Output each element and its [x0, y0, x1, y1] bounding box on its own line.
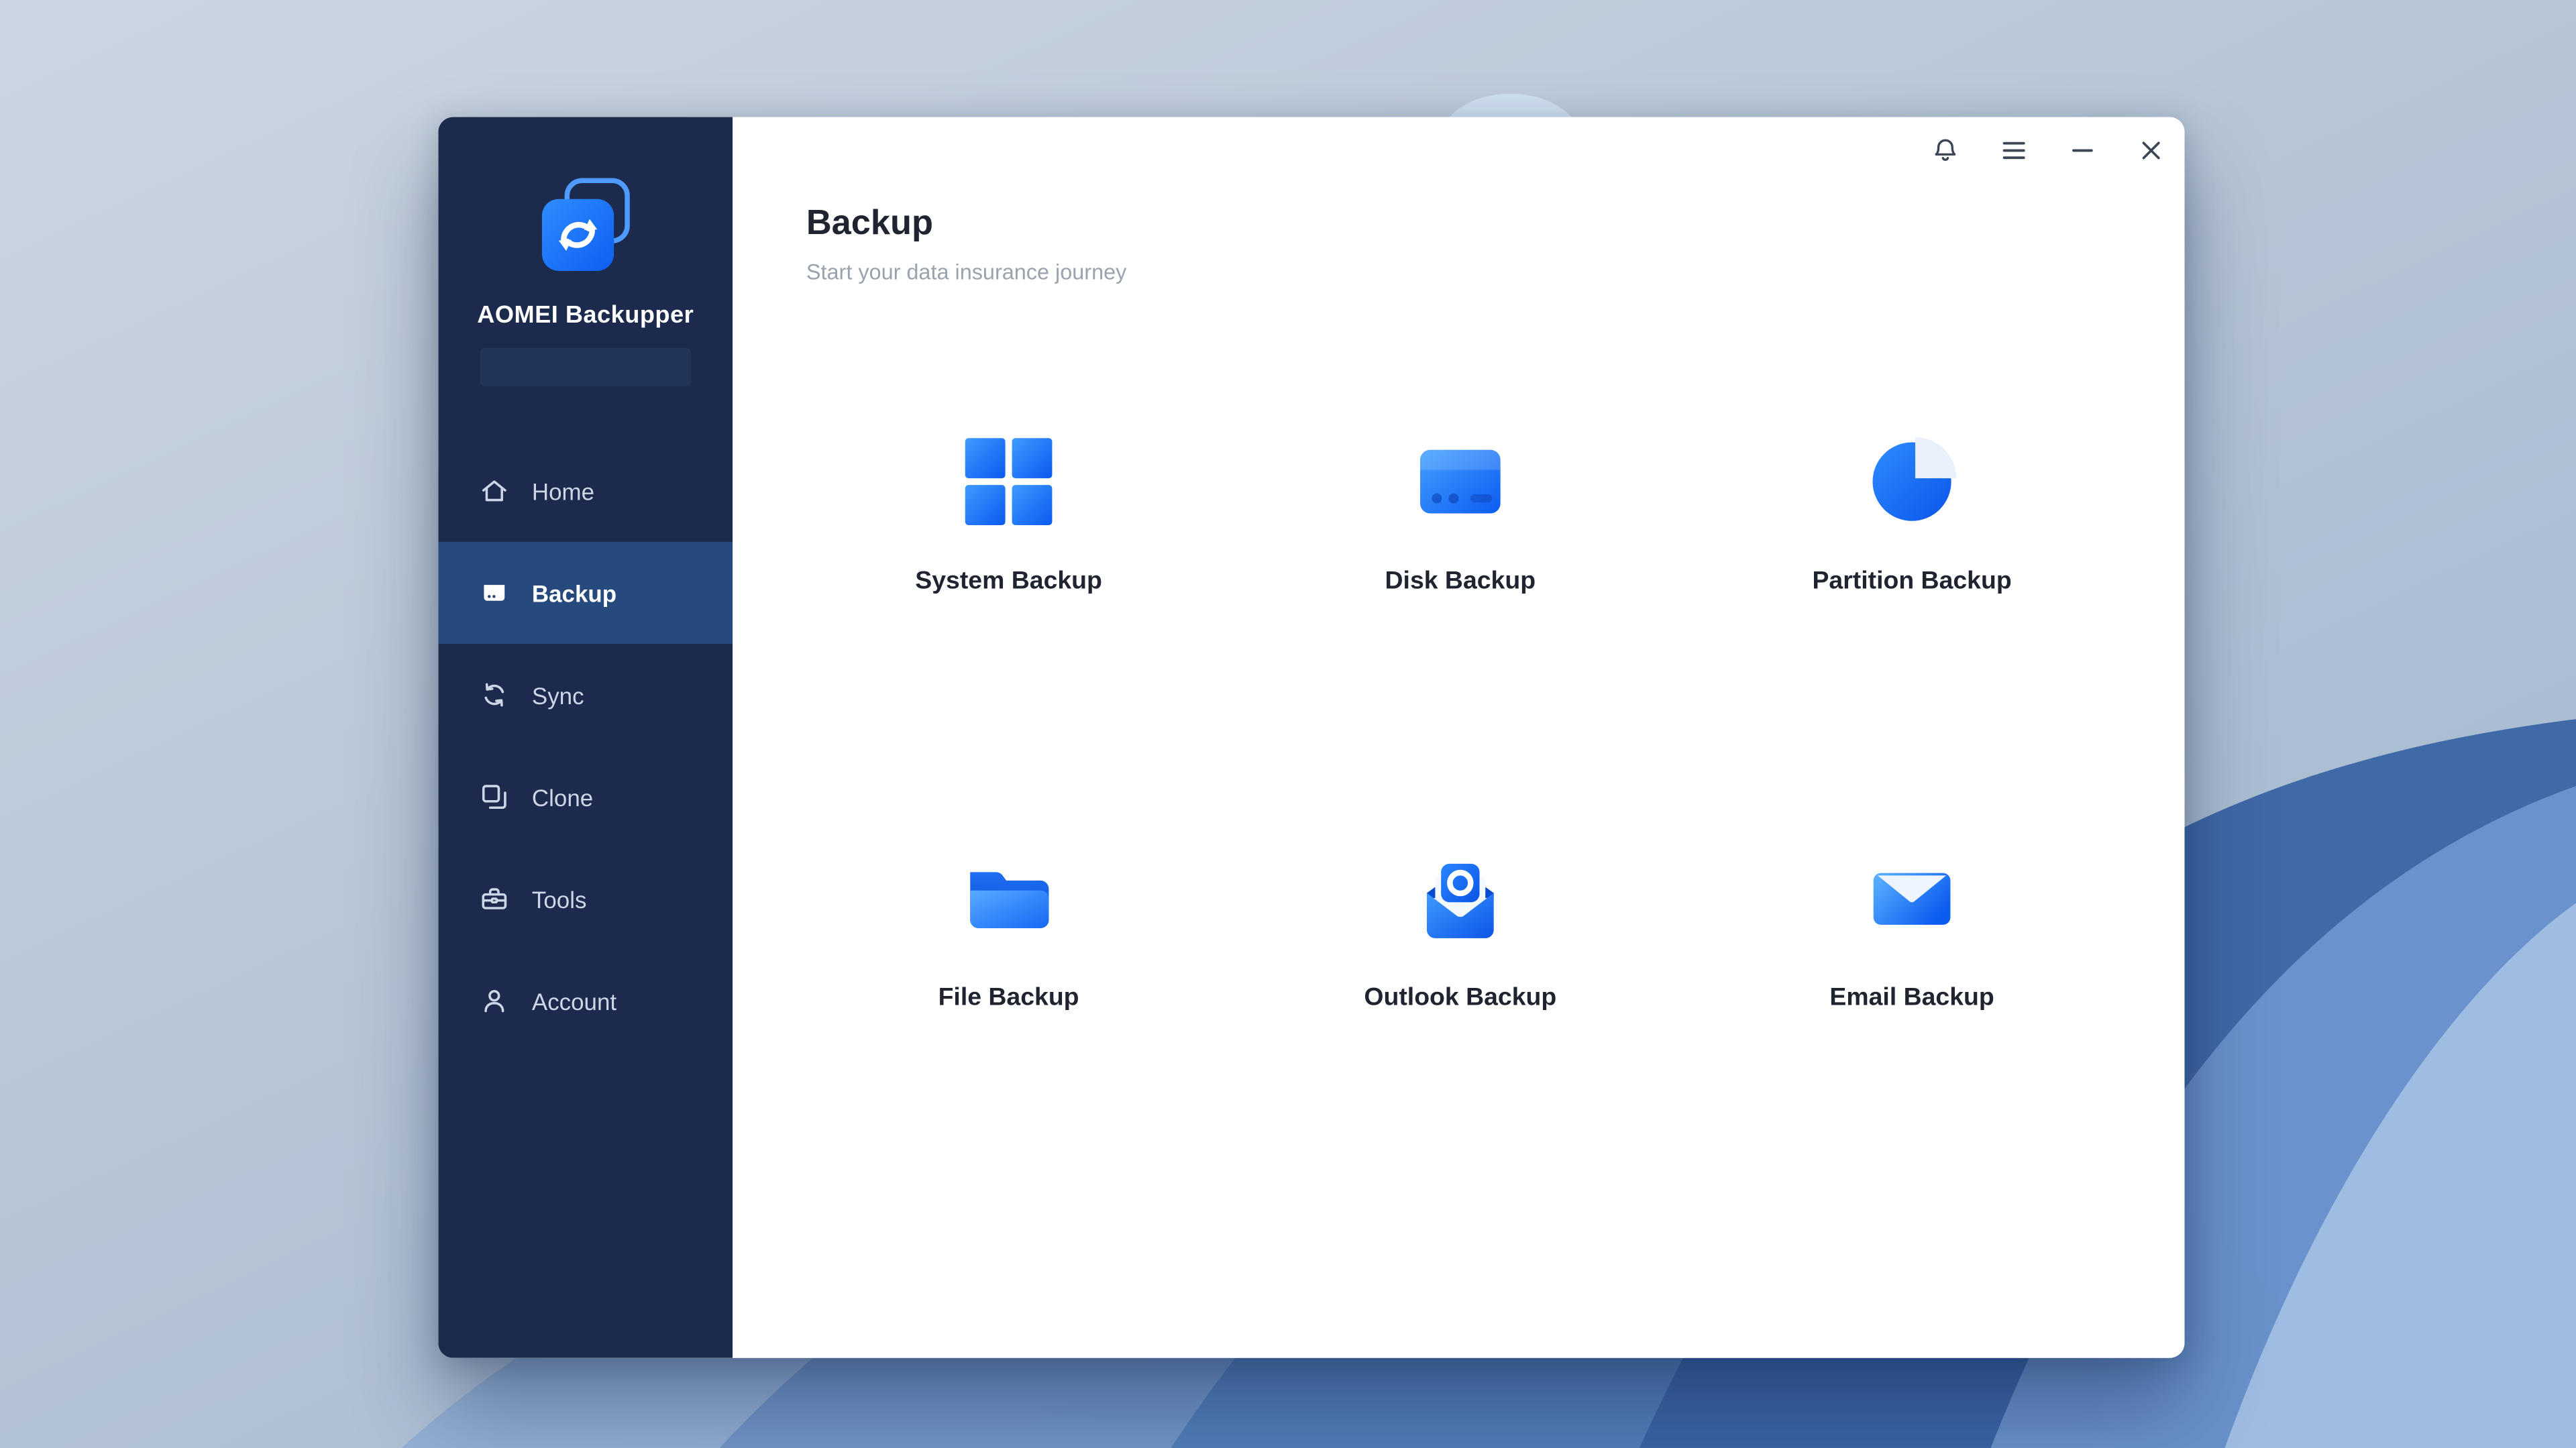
minimize-icon: [2072, 149, 2093, 152]
partition-backup-icon: [1865, 435, 1959, 528]
disk-backup-icon: [1413, 435, 1507, 528]
close-button[interactable]: [2136, 135, 2166, 166]
minimize-button[interactable]: [2068, 135, 2098, 166]
tile-email-backup[interactable]: Email Backup: [1686, 851, 2137, 1015]
tile-file-backup[interactable]: File Backup: [783, 851, 1234, 1015]
tile-system-backup[interactable]: System Backup: [783, 435, 1234, 598]
tile-label: Email Backup: [1829, 983, 1994, 1012]
tile-label: Outlook Backup: [1364, 983, 1557, 1012]
sidebar-item-account[interactable]: Account: [438, 950, 733, 1052]
system-backup-icon: [962, 435, 1056, 528]
brand-name: AOMEI Backupper: [477, 302, 694, 330]
sidebar-item-label: Sync: [531, 681, 584, 708]
tile-label: File Backup: [938, 983, 1079, 1012]
backup-tiles-grid: System Backup Disk Backup Partition Back…: [783, 435, 2138, 1015]
sync-icon: [478, 679, 510, 710]
tile-label: Partition Backup: [1812, 567, 2012, 596]
account-icon: [478, 985, 510, 1017]
outlook-backup-icon: [1413, 851, 1507, 945]
sidebar-item-home[interactable]: Home: [438, 440, 733, 542]
tile-disk-backup[interactable]: Disk Backup: [1234, 435, 1686, 598]
tile-label: System Backup: [915, 567, 1102, 596]
bell-icon: [1935, 139, 1956, 161]
app-window: AOMEI Backupper Home Backup Sync Clone T…: [438, 117, 2185, 1358]
menu-button[interactable]: [1999, 135, 2029, 166]
sidebar-item-label: Clone: [531, 783, 594, 811]
sidebar-item-label: Home: [531, 477, 595, 504]
main-content: Backup Start your data insurance journey: [733, 117, 2185, 1358]
notifications-button[interactable]: [1930, 135, 1960, 166]
clone-icon: [478, 781, 510, 812]
brand: AOMEI Backupper: [438, 117, 733, 386]
app-logo-icon: [541, 178, 630, 271]
tools-icon: [478, 883, 510, 915]
tile-label: Disk Backup: [1385, 567, 1536, 596]
tile-partition-backup[interactable]: Partition Backup: [1686, 435, 2137, 598]
menu-icon: [2002, 142, 2025, 160]
sidebar-item-backup[interactable]: Backup: [438, 541, 733, 644]
page-title: Backup: [806, 204, 934, 243]
sidebar: AOMEI Backupper Home Backup Sync Clone T…: [438, 117, 733, 1358]
file-backup-icon: [962, 851, 1056, 945]
brand-banner: [480, 347, 691, 386]
backup-icon: [478, 577, 510, 608]
sidebar-item-label: Account: [531, 987, 617, 1015]
sidebar-item-sync[interactable]: Sync: [438, 644, 733, 746]
home-icon: [478, 475, 510, 506]
sidebar-item-label: Tools: [531, 885, 587, 913]
sidebar-item-tools[interactable]: Tools: [438, 848, 733, 950]
email-backup-icon: [1865, 851, 1959, 945]
close-icon: [2142, 142, 2160, 160]
page-subtitle: Start your data insurance journey: [806, 259, 1127, 284]
desktop: AOMEI Backupper Home Backup Sync Clone T…: [0, 0, 2576, 1448]
tile-outlook-backup[interactable]: Outlook Backup: [1234, 851, 1686, 1015]
sidebar-nav: Home Backup Sync Clone Tools Account: [438, 440, 733, 1052]
sidebar-item-clone[interactable]: Clone: [438, 746, 733, 848]
sidebar-item-label: Backup: [531, 579, 617, 606]
titlebar: [1892, 117, 2184, 184]
